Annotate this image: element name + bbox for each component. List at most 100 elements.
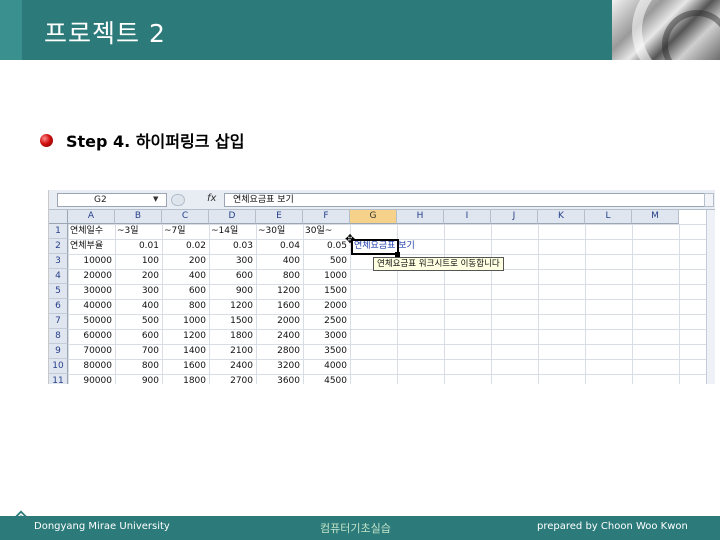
cell-a1[interactable]: 연체일수	[68, 224, 115, 239]
vertical-scrollbar[interactable]	[706, 210, 715, 384]
cell-c6[interactable]: 800	[162, 299, 209, 314]
cell-d4[interactable]: 600	[209, 269, 256, 284]
row-header-10[interactable]: 10	[49, 359, 68, 374]
cell-a6[interactable]: 40000	[68, 299, 115, 314]
cell-c7[interactable]: 1000	[162, 314, 209, 329]
formula-bar-expand[interactable]	[704, 193, 714, 207]
cell-f11[interactable]: 4500	[303, 374, 350, 384]
cell-b11[interactable]: 900	[115, 374, 162, 384]
cell-a7[interactable]: 50000	[68, 314, 115, 329]
column-header-l[interactable]: L	[585, 210, 632, 224]
cell-a11[interactable]: 90000	[68, 374, 115, 384]
cell-d7[interactable]: 1500	[209, 314, 256, 329]
cell-c9[interactable]: 1400	[162, 344, 209, 359]
expand-icon[interactable]	[171, 194, 185, 206]
column-header-k[interactable]: K	[538, 210, 585, 224]
row-header-2[interactable]: 2	[49, 239, 68, 254]
cell-c5[interactable]: 600	[162, 284, 209, 299]
cell-e7[interactable]: 2000	[256, 314, 303, 329]
cell-d3[interactable]: 300	[209, 254, 256, 269]
column-header-j[interactable]: J	[491, 210, 538, 224]
cell-f4[interactable]: 1000	[303, 269, 350, 284]
cell-a3[interactable]: 10000	[68, 254, 115, 269]
cell-f2[interactable]: 0.05	[303, 239, 350, 254]
column-header-c[interactable]: C	[162, 210, 209, 224]
cell-d1[interactable]: ~14일	[209, 224, 256, 239]
row-header-1[interactable]: 1	[49, 224, 68, 239]
cell-e10[interactable]: 3200	[256, 359, 303, 374]
cell-e9[interactable]: 2800	[256, 344, 303, 359]
row-header-6[interactable]: 6	[49, 299, 68, 314]
cell-f6[interactable]: 2000	[303, 299, 350, 314]
cell-c10[interactable]: 1600	[162, 359, 209, 374]
cell-b7[interactable]: 500	[115, 314, 162, 329]
cell-c4[interactable]: 400	[162, 269, 209, 284]
column-header-i[interactable]: I	[444, 210, 491, 224]
row-header-9[interactable]: 9	[49, 344, 68, 359]
cell-e5[interactable]: 1200	[256, 284, 303, 299]
cell-d10[interactable]: 2400	[209, 359, 256, 374]
cell-a10[interactable]: 80000	[68, 359, 115, 374]
cell-f9[interactable]: 3500	[303, 344, 350, 359]
row-header-7[interactable]: 7	[49, 314, 68, 329]
cell-b4[interactable]: 200	[115, 269, 162, 284]
cell-e2[interactable]: 0.04	[256, 239, 303, 254]
column-header-e[interactable]: E	[256, 210, 303, 224]
cell-a2[interactable]: 연체부율	[68, 239, 115, 254]
row-header-3[interactable]: 3	[49, 254, 68, 269]
cell-e1[interactable]: ~30일	[256, 224, 303, 239]
column-header-a[interactable]: A	[68, 210, 115, 224]
cell-a8[interactable]: 60000	[68, 329, 115, 344]
cell-c1[interactable]: ~7일	[162, 224, 209, 239]
cell-b6[interactable]: 400	[115, 299, 162, 314]
cell-e11[interactable]: 3600	[256, 374, 303, 384]
column-header-f[interactable]: F	[303, 210, 350, 224]
cell-f3[interactable]: 500	[303, 254, 350, 269]
active-cell-g2[interactable]	[351, 239, 399, 255]
cell-b2[interactable]: 0.01	[115, 239, 162, 254]
cell-b9[interactable]: 700	[115, 344, 162, 359]
column-header-m[interactable]: M	[632, 210, 679, 224]
cell-b5[interactable]: 300	[115, 284, 162, 299]
cell-a5[interactable]: 30000	[68, 284, 115, 299]
cell-d11[interactable]: 2700	[209, 374, 256, 384]
fx-icon[interactable]: fx	[207, 193, 216, 204]
cell-a4[interactable]: 20000	[68, 269, 115, 284]
column-header-d[interactable]: D	[209, 210, 256, 224]
cell-e3[interactable]: 400	[256, 254, 303, 269]
row-header-8[interactable]: 8	[49, 329, 68, 344]
cell-f8[interactable]: 3000	[303, 329, 350, 344]
cell-d9[interactable]: 2100	[209, 344, 256, 359]
cell-d2[interactable]: 0.03	[209, 239, 256, 254]
cell-f10[interactable]: 4000	[303, 359, 350, 374]
chevron-down-icon[interactable]: ▼	[153, 195, 158, 203]
row-header-5[interactable]: 5	[49, 284, 68, 299]
cell-e4[interactable]: 800	[256, 269, 303, 284]
column-header-b[interactable]: B	[115, 210, 162, 224]
row-header-4[interactable]: 4	[49, 269, 68, 284]
row-header-11[interactable]: 11	[49, 374, 68, 384]
cell-e6[interactable]: 1600	[256, 299, 303, 314]
cell-f5[interactable]: 1500	[303, 284, 350, 299]
column-header-h[interactable]: H	[397, 210, 444, 224]
cell-e8[interactable]: 2400	[256, 329, 303, 344]
cell-b3[interactable]: 100	[115, 254, 162, 269]
column-header-g[interactable]: G	[350, 210, 397, 224]
name-box[interactable]: G2	[57, 193, 167, 207]
select-all-corner[interactable]	[49, 210, 68, 224]
cell-d6[interactable]: 1200	[209, 299, 256, 314]
cell-a9[interactable]: 70000	[68, 344, 115, 359]
cell-c2[interactable]: 0.02	[162, 239, 209, 254]
cell-d5[interactable]: 900	[209, 284, 256, 299]
cell-f1[interactable]: 30일~	[303, 224, 350, 239]
cell-f7[interactable]: 2500	[303, 314, 350, 329]
formula-input[interactable]: 연체요금표 보기	[224, 193, 710, 207]
cell-b10[interactable]: 800	[115, 359, 162, 374]
cell-c3[interactable]: 200	[162, 254, 209, 269]
cell-b8[interactable]: 600	[115, 329, 162, 344]
cell-b1[interactable]: ~3일	[115, 224, 162, 239]
cell-c8[interactable]: 1200	[162, 329, 209, 344]
cell-d8[interactable]: 1800	[209, 329, 256, 344]
step-text: Step 4. 하이퍼링크 삽입	[66, 132, 245, 151]
cell-c11[interactable]: 1800	[162, 374, 209, 384]
